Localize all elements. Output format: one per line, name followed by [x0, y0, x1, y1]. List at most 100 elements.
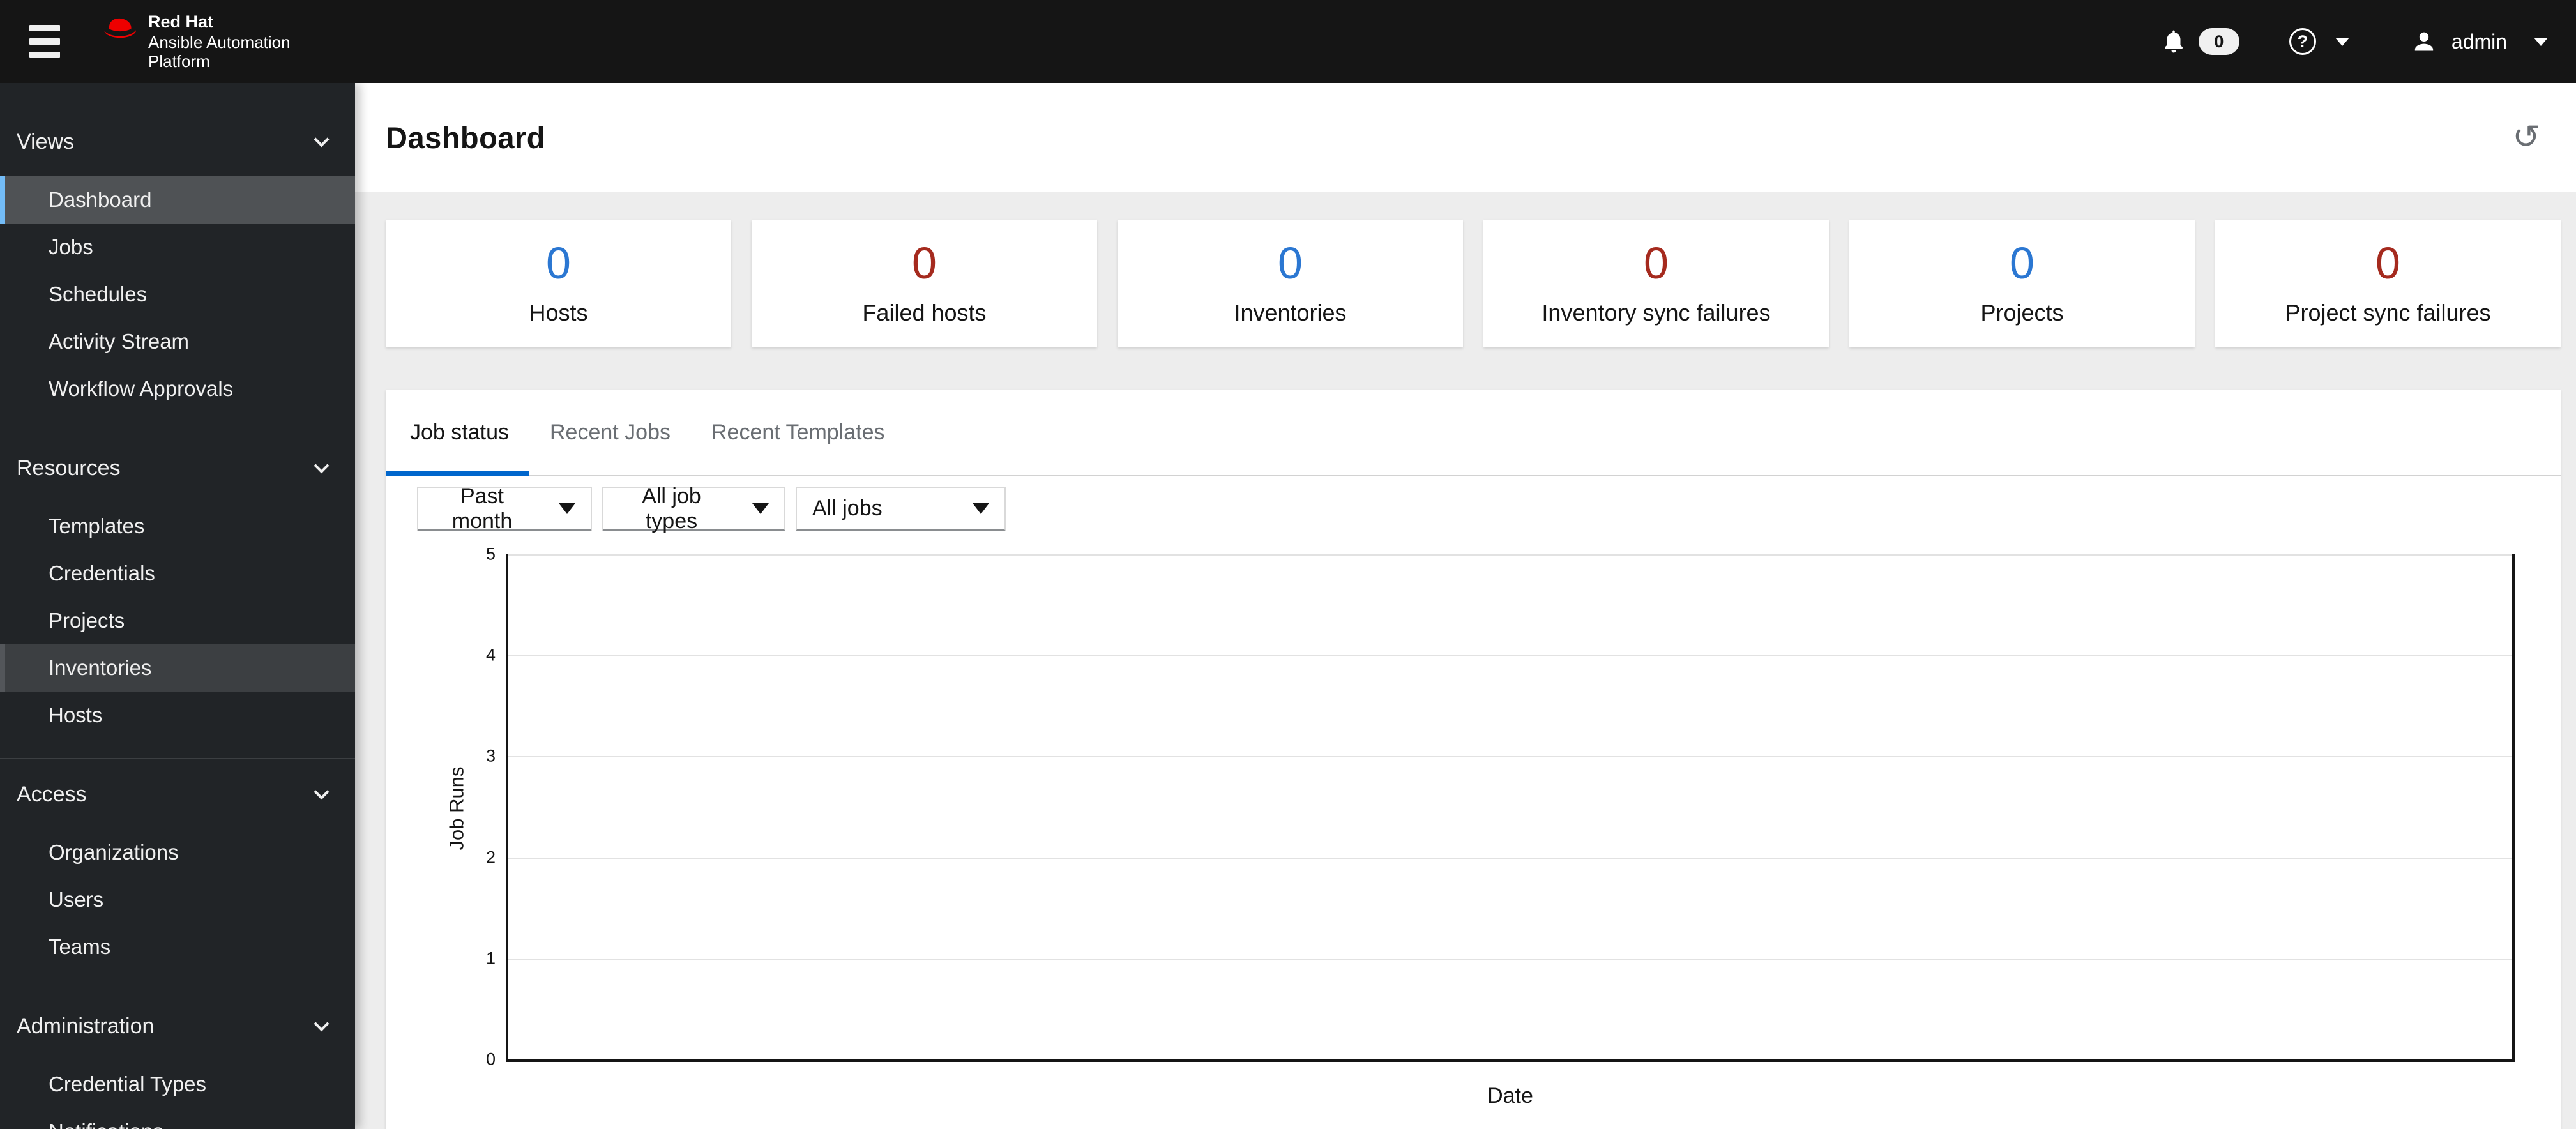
sidebar-item-activity-stream[interactable]: Activity Stream [0, 318, 355, 365]
sidebar-item-credentials[interactable]: Credentials [0, 550, 355, 597]
nav-section-header-resources[interactable]: Resources [0, 449, 355, 487]
ansible-automation-platform-app: Red Hat Ansible Automation Platform 0 ? … [0, 0, 2576, 1129]
nav-section-label: Administration [17, 1013, 155, 1038]
sidebar-item-organizations[interactable]: Organizations [0, 829, 355, 876]
masthead-actions: 0 ? admin [2160, 28, 2548, 55]
card-value-link[interactable]: 0 [912, 241, 937, 285]
period-select[interactable]: Past month [417, 483, 592, 533]
chevron-down-icon [314, 1015, 330, 1031]
select-value: All job types [642, 483, 701, 533]
job-type-select[interactable]: All job types [602, 483, 785, 533]
card-label: Hosts [529, 299, 588, 326]
card-value-link[interactable]: 0 [546, 241, 571, 285]
page-title: Dashboard [386, 120, 545, 155]
user-menu[interactable]: admin [2411, 28, 2548, 55]
sidebar-item-label: Notifications [49, 1119, 163, 1129]
chart-plot-area: 0 1 2 3 4 5 [486, 545, 2515, 1069]
sidebar-item-dashboard[interactable]: Dashboard [0, 176, 355, 224]
chevron-down-icon [314, 784, 330, 799]
y-tick-label: 3 [485, 746, 496, 766]
nav-section-header-administration[interactable]: Administration [0, 1007, 355, 1045]
job-filter-select[interactable]: All jobs [796, 487, 1006, 531]
masthead: Red Hat Ansible Automation Platform 0 ? … [0, 0, 2576, 83]
sidebar-item-inventories[interactable]: Inventories [0, 644, 355, 692]
caret-down-icon [559, 503, 575, 514]
sidebar-item-label: Teams [49, 935, 111, 959]
username-label: admin [2451, 29, 2507, 53]
card-hosts: 0 Hosts [386, 220, 731, 347]
page-header: Dashboard ↺ [355, 83, 2576, 192]
card-value-link[interactable]: 0 [2010, 241, 2034, 285]
help-menu[interactable]: ? [2289, 28, 2349, 55]
card-value-link[interactable]: 0 [2375, 241, 2400, 285]
sidebar-nav: Views Dashboard Jobs Schedules Activity Stre… [0, 83, 355, 1129]
filters-row: Past month All job types All jobs [417, 483, 2561, 533]
card-project-sync-failures: 0 Project sync failures [2215, 220, 2561, 347]
card-label: Inventories [1234, 299, 1347, 326]
nav-items: Organizations Users Teams [0, 829, 355, 971]
sidebar-item-teams[interactable]: Teams [0, 923, 355, 971]
main-area: Dashboard ↺ 0 Hosts 0 Failed hosts 0 Inventor… [355, 83, 2576, 1129]
tab-job-status[interactable]: Job status [386, 390, 529, 476]
help-icon: ? [2289, 28, 2316, 55]
nav-toggle-hamburger-icon[interactable] [28, 21, 61, 62]
sidebar-item-jobs[interactable]: Jobs [0, 224, 355, 271]
tab-recent-jobs[interactable]: Recent Jobs [529, 390, 691, 475]
chevron-down-icon [314, 131, 330, 147]
sidebar-item-projects[interactable]: Projects [0, 597, 355, 644]
sidebar-item-schedules[interactable]: Schedules [0, 271, 355, 318]
card-inventories: 0 Inventories [1118, 220, 1463, 347]
select-value: All jobs [812, 496, 883, 520]
gridline-y-1 [508, 958, 2512, 960]
y-tick-label: 2 [485, 847, 496, 867]
help-caret-down-icon [2335, 37, 2349, 46]
tab-label: Recent Templates [711, 420, 885, 444]
user-caret-down-icon [2534, 37, 2548, 46]
nav-items: Templates Credentials Projects Inventories H… [0, 503, 355, 739]
sidebar-item-label: Schedules [49, 282, 148, 306]
card-label: Projects [1980, 299, 2064, 326]
card-projects: 0 Projects [1849, 220, 2195, 347]
tab-recent-templates[interactable]: Recent Templates [691, 390, 905, 475]
notifications-bell-icon[interactable] [2160, 28, 2187, 55]
content: 0 Hosts 0 Failed hosts 0 Inventories 0 Inventor… [355, 192, 2576, 1129]
history-icon[interactable]: ↺ [2510, 118, 2543, 156]
y-tick-label: 0 [485, 1049, 496, 1069]
chart-x-axis-label: Date [1487, 1084, 1533, 1108]
sidebar-item-users[interactable]: Users [0, 876, 355, 923]
nav-section-label: Views [17, 129, 75, 154]
nav-section-header-views[interactable]: Views [0, 123, 355, 161]
chevron-down-icon [314, 457, 330, 473]
y-tick-label: 1 [485, 948, 496, 968]
gridline-y-5 [508, 554, 2512, 556]
sidebar-item-label: Jobs [49, 235, 93, 259]
sidebar-item-label: Organizations [49, 840, 179, 864]
card-value-link[interactable]: 0 [1644, 241, 1669, 285]
sidebar-item-templates[interactable]: Templates [0, 503, 355, 550]
sidebar-item-workflow-approvals[interactable]: Workflow Approvals [0, 365, 355, 413]
caret-down-icon [973, 503, 989, 514]
select-value: Past month [451, 483, 513, 533]
user-icon [2414, 32, 2434, 51]
card-label: Project sync failures [2285, 299, 2491, 326]
sidebar-item-label: Activity Stream [49, 330, 190, 353]
card-label: Failed hosts [862, 299, 987, 326]
body: Views Dashboard Jobs Schedules Activity Stre… [0, 83, 2576, 1129]
gridline-y-2 [508, 857, 2512, 859]
sidebar-item-label: Credential Types [49, 1072, 207, 1096]
sidebar-item-label: Workflow Approvals [49, 377, 234, 400]
card-value-link[interactable]: 0 [1278, 241, 1303, 285]
sidebar-item-hosts[interactable]: Hosts [0, 692, 355, 739]
sidebar-item-label: Templates [49, 514, 145, 538]
brand-line-3: Platform [148, 51, 210, 71]
nav-items: Credential Types Notifications [0, 1061, 355, 1129]
redhat-fedora-icon [104, 19, 136, 38]
sidebar-item-label: Inventories [49, 656, 152, 679]
nav-section-header-access[interactable]: Access [0, 775, 355, 814]
jobs-panel: Job status Recent Jobs Recent Templates Pa… [386, 390, 2561, 1129]
nav-section-administration: Administration Credential Types Notificati… [0, 990, 355, 1129]
sidebar-item-credential-types[interactable]: Credential Types [0, 1061, 355, 1108]
notification-count-badge: 0 [2198, 28, 2239, 55]
redhat-brand-logo: Red Hat Ansible Automation Platform [102, 12, 291, 71]
sidebar-item-notifications[interactable]: Notifications [0, 1108, 355, 1129]
